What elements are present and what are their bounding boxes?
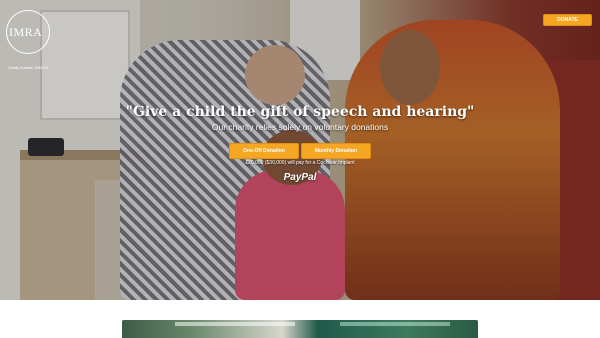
hero-overlay	[0, 0, 600, 300]
paypal-logo[interactable]: PayPal	[0, 172, 600, 183]
imra-logo-icon[interactable]: IMRA Charity Number: 1085144	[4, 10, 52, 70]
donate-button[interactable]: DONATE	[543, 14, 592, 26]
logo-name: IMRA	[9, 25, 43, 39]
hero-subheadline: Our charity relies solely on voluntary d…	[211, 122, 389, 132]
gallery-ceiling-light	[175, 322, 295, 326]
gallery-ceiling-light	[340, 322, 450, 326]
one-off-donation-button[interactable]: One-Off Donation	[229, 143, 299, 159]
hero-headline: "Give a child the gift of speech and hea…	[125, 104, 475, 120]
logo-charity-number: Charity Number: 1085144	[8, 66, 49, 70]
cochlear-implant-cost-note: £20,000 ($30,000) will pay for a Cochlea…	[245, 160, 355, 166]
monthly-donation-button[interactable]: Monthly Donation	[301, 143, 371, 159]
hero-section	[0, 0, 600, 300]
